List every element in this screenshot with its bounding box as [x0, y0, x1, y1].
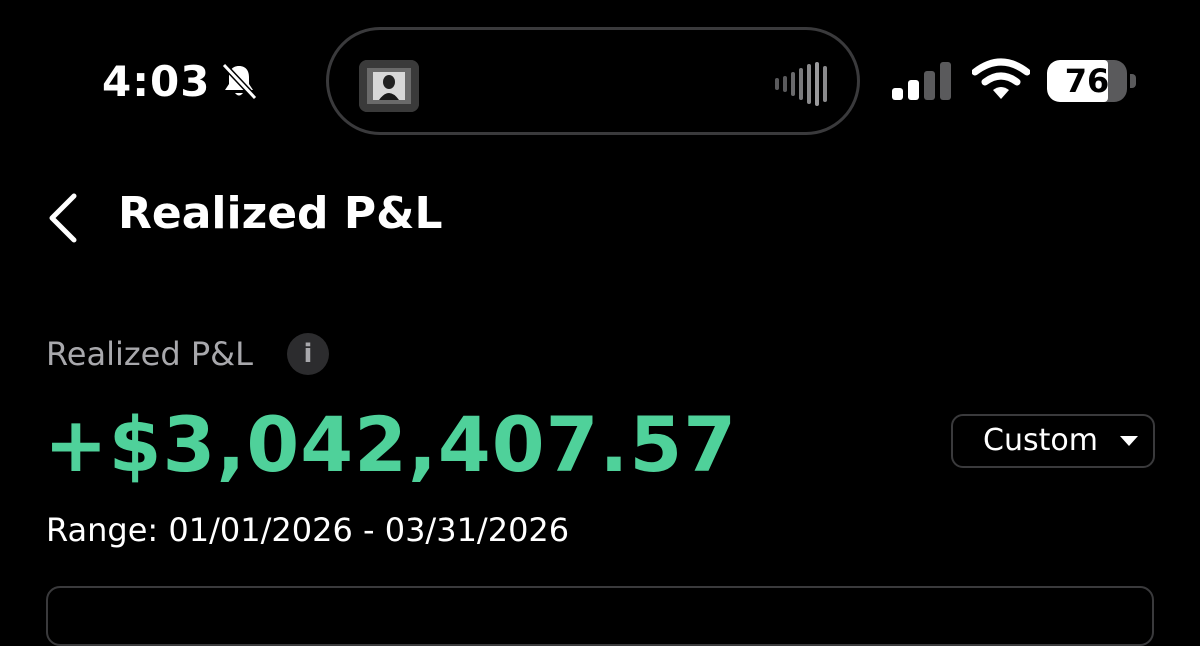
range-dropdown[interactable]: Custom: [951, 414, 1155, 468]
navigation-bar: Realized P&L: [0, 170, 1200, 260]
battery-body: 76: [1047, 60, 1127, 102]
content-card: [46, 586, 1154, 646]
battery-indicator: 76: [1047, 60, 1137, 102]
status-bar: 4:03 76: [0, 0, 1200, 160]
wifi-icon: [972, 58, 1030, 99]
audio-waveform-icon: [775, 62, 827, 106]
realized-pnl-amount: +$3,042,407.57: [44, 400, 738, 489]
chevron-left-icon[interactable]: [36, 188, 96, 248]
battery-tip: [1130, 74, 1136, 88]
now-playing-artwork: [359, 60, 419, 112]
caret-down-icon: [1120, 436, 1138, 446]
dynamic-island[interactable]: [326, 27, 860, 135]
bell-slash-icon: [221, 62, 258, 101]
cellular-signal-icon: [892, 62, 951, 100]
summary-label: Realized P&L: [46, 335, 253, 373]
date-range-text: Range: 01/01/2026 - 03/31/2026: [46, 511, 570, 549]
info-icon[interactable]: i: [287, 333, 329, 375]
status-time: 4:03: [102, 57, 211, 106]
page-title: Realized P&L: [118, 188, 443, 239]
battery-percent: 76: [1064, 62, 1110, 100]
range-dropdown-value: Custom: [983, 423, 1098, 458]
